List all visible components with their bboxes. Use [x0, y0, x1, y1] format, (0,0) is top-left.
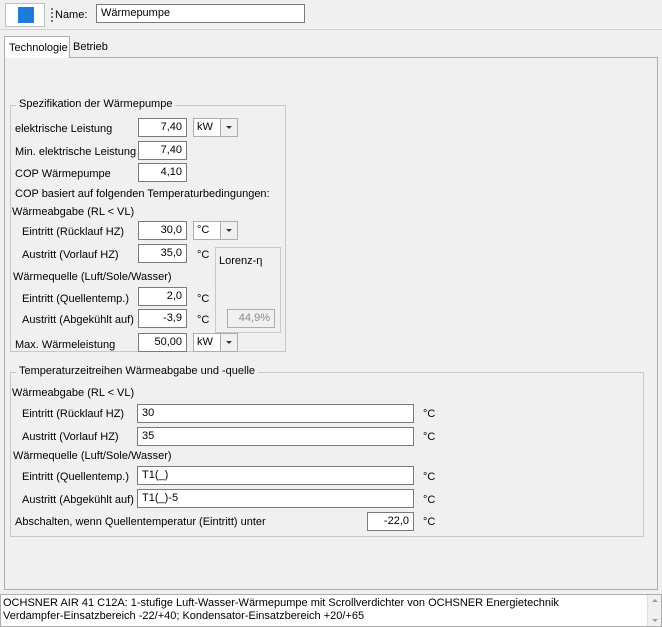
chevron-down-icon[interactable]	[220, 119, 237, 136]
spec-src-outlet-label: Austritt (Abgekühlt auf)	[22, 314, 134, 326]
spec-src-inlet-input[interactable]: 2,0	[138, 287, 187, 306]
description-line-2: Verdampfer-Einsatzbereich -22/+40; Konde…	[3, 610, 365, 622]
spec-temp-unit-value: °C	[197, 224, 210, 236]
tab-technologie[interactable]: Technologie	[4, 36, 70, 58]
spec-inlet-label: Eintritt (Rücklauf HZ)	[22, 226, 125, 238]
series-src-inlet-label: Eintritt (Quellentemp.)	[22, 471, 129, 483]
el-power-unit-select[interactable]: kW	[193, 118, 238, 137]
series-outlet-input[interactable]: 35	[137, 427, 414, 446]
series-src-outlet-unit: °C	[423, 494, 436, 506]
spec-outlet-input[interactable]: 35,0	[138, 244, 187, 263]
series-src-outlet-input[interactable]: T1(_)-5	[137, 489, 414, 508]
drag-handle-icon[interactable]	[51, 8, 53, 22]
spec-temp-unit-select[interactable]: °C	[193, 221, 238, 240]
spec-source-heading: Wärmequelle (Luft/Sole/Wasser)	[13, 271, 172, 283]
description-textarea[interactable]: OCHSNER AIR 41 C12A: 1-stufige Luft-Wass…	[0, 594, 662, 627]
name-input[interactable]: Wärmepumpe	[96, 4, 305, 23]
series-inlet-label: Eintritt (Rücklauf HZ)	[22, 408, 125, 420]
max-heat-input[interactable]: 50,00	[138, 333, 187, 352]
el-power-unit-value: kW	[197, 121, 213, 133]
color-square-icon	[18, 7, 34, 23]
spec-src-inlet-label: Eintritt (Quellentemp.)	[22, 293, 129, 305]
series-src-inlet-unit: °C	[423, 471, 436, 483]
cop-input[interactable]: 4,10	[138, 163, 187, 182]
scrollbar[interactable]	[647, 595, 661, 626]
chevron-down-icon[interactable]	[220, 334, 237, 351]
min-el-power-input[interactable]: 7,40	[138, 141, 187, 160]
scroll-down-icon[interactable]	[652, 619, 658, 622]
spec-outlet-label: Austritt (Vorlauf HZ)	[22, 249, 119, 261]
shutdown-label: Abschalten, wenn Quellentemperatur (Eint…	[15, 516, 266, 528]
spec-output-heading: Wärmeabgabe (RL < VL)	[12, 206, 135, 218]
series-output-heading: Wärmeabgabe (RL < VL)	[12, 387, 135, 399]
lorenz-value-field: 44,9%	[227, 309, 275, 328]
series-group-title: Temperaturzeitreihen Wärmeabgabe und -qu…	[16, 365, 259, 378]
shutdown-unit: °C	[423, 516, 436, 528]
spec-outlet-unit: °C	[197, 249, 210, 261]
shutdown-input[interactable]: -22,0	[367, 512, 414, 531]
el-power-input[interactable]: 7,40	[138, 118, 187, 137]
name-label: Name:	[55, 9, 88, 21]
spec-group-title: Spezifikation der Wärmepumpe	[16, 98, 176, 111]
series-inlet-input[interactable]: 30	[137, 404, 414, 423]
cop-label: COP Wärmepumpe	[15, 168, 111, 180]
max-heat-label: Max. Wärmeleistung	[15, 339, 116, 351]
series-outlet-label: Austritt (Vorlauf HZ)	[22, 431, 119, 443]
lorenz-label: Lorenz-η	[219, 255, 263, 267]
max-heat-unit-select[interactable]: kW	[193, 333, 238, 352]
spec-src-inlet-unit: °C	[197, 293, 210, 305]
tab-betrieb[interactable]: Betrieb	[70, 38, 112, 57]
spec-inlet-input[interactable]: 30,0	[138, 221, 187, 240]
series-src-inlet-input[interactable]: T1(_)	[137, 466, 414, 485]
tab-technologie-label: Technologie	[9, 42, 68, 54]
el-power-label: elektrische Leistung	[15, 123, 113, 135]
chevron-down-icon[interactable]	[220, 222, 237, 239]
spec-src-outlet-unit: °C	[197, 314, 210, 326]
series-source-heading: Wärmequelle (Luft/Sole/Wasser)	[13, 450, 172, 462]
max-heat-unit-value: kW	[197, 336, 213, 348]
cop-basis-text: COP basiert auf folgenden Temperaturbedi…	[15, 188, 270, 200]
color-swatch-button[interactable]	[5, 3, 45, 27]
series-src-outlet-label: Austritt (Abgekühlt auf)	[22, 494, 134, 506]
tab-betrieb-label: Betrieb	[73, 41, 108, 53]
spec-src-outlet-input[interactable]: -3,9	[138, 309, 187, 328]
series-outlet-unit: °C	[423, 431, 436, 443]
description-line-1: OCHSNER AIR 41 C12A: 1-stufige Luft-Wass…	[3, 597, 559, 609]
header-bar: Name: Wärmepumpe	[0, 0, 662, 30]
scroll-up-icon[interactable]	[652, 599, 658, 602]
min-el-power-label: Min. elektrische Leistung	[15, 146, 137, 158]
series-inlet-unit: °C	[423, 408, 436, 420]
